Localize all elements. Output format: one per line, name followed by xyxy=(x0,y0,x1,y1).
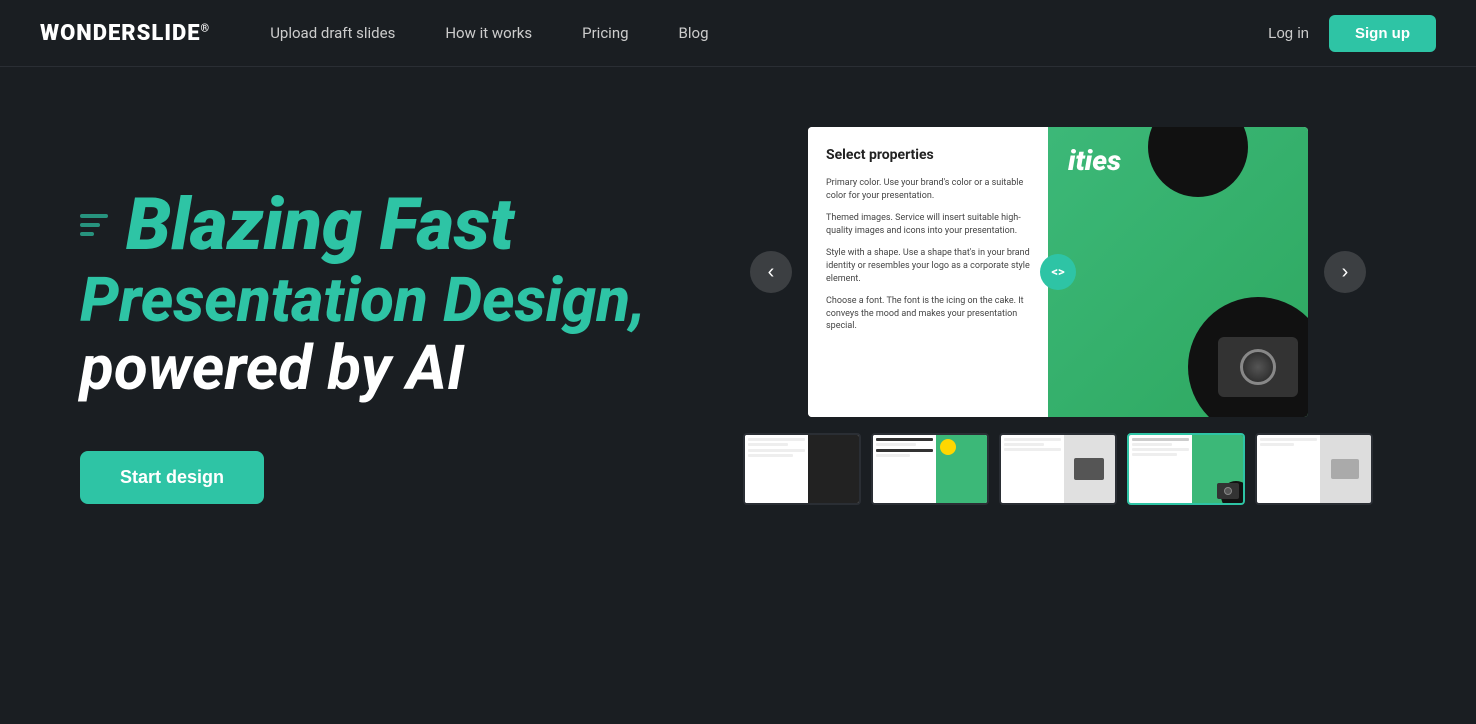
hero-title-line3: powered by AI xyxy=(80,335,660,403)
signup-button[interactable]: Sign up xyxy=(1329,15,1436,52)
nav-pricing[interactable]: Pricing xyxy=(582,24,628,42)
slide-camera-lens xyxy=(1240,349,1276,385)
login-button[interactable]: Log in xyxy=(1268,25,1309,42)
nav-upload-draft-slides[interactable]: Upload draft slides xyxy=(270,24,395,42)
hero-left: Blazing Fast Presentation Design, powere… xyxy=(80,127,660,504)
slide-item-3: Style with a shape. Use a shape that's i… xyxy=(826,247,1030,285)
thumbnail-4[interactable] xyxy=(1127,433,1245,505)
start-design-button[interactable]: Start design xyxy=(80,451,264,504)
hero-right: ‹ Select properties Primary color. Use y… xyxy=(660,127,1436,505)
logo[interactable]: WONDERSLIDE® xyxy=(40,21,210,46)
hero-title-line1: Blazing Fast xyxy=(80,187,660,263)
thumbnail-2[interactable] xyxy=(871,433,989,505)
hero-section: Blazing Fast Presentation Design, powere… xyxy=(0,67,1476,724)
slide-item-1: Primary color. Use your brand's color or… xyxy=(826,177,1030,202)
carousel-prev-button[interactable]: ‹ xyxy=(750,251,792,293)
code-icon-overlay: <> xyxy=(1040,254,1076,290)
slide-item-4: Choose a font. The font is the icing on … xyxy=(826,295,1030,333)
nav-how-it-works[interactable]: How it works xyxy=(445,24,532,42)
slide-right-panel: ities xyxy=(1048,127,1308,417)
nav-links: Upload draft slides How it works Pricing… xyxy=(270,24,1268,42)
carousel-wrapper: ‹ Select properties Primary color. Use y… xyxy=(680,127,1436,417)
nav-actions: Log in Sign up xyxy=(1268,15,1436,52)
slide-camera-graphic xyxy=(1218,337,1298,397)
slide-decoration-circle-top xyxy=(1148,127,1248,197)
thumbnail-strip xyxy=(743,433,1373,505)
thumbnail-5[interactable] xyxy=(1255,433,1373,505)
slide-left-panel: Select properties Primary color. Use you… xyxy=(808,127,1048,417)
speed-icon xyxy=(80,214,114,236)
navbar: WONDERSLIDE® Upload draft slides How it … xyxy=(0,0,1476,67)
nav-blog[interactable]: Blog xyxy=(679,24,709,42)
thumbnail-1[interactable] xyxy=(743,433,861,505)
slide-item-2: Themed images. Service will insert suita… xyxy=(826,212,1030,237)
thumbnail-3[interactable] xyxy=(999,433,1117,505)
slide-title: Select properties xyxy=(826,147,1030,163)
hero-title-line2: Presentation Design, xyxy=(80,267,660,335)
carousel-next-button[interactable]: › xyxy=(1324,251,1366,293)
carousel-main-slide: Select properties Primary color. Use you… xyxy=(808,127,1308,417)
slide-right-text: ities xyxy=(1068,147,1121,175)
